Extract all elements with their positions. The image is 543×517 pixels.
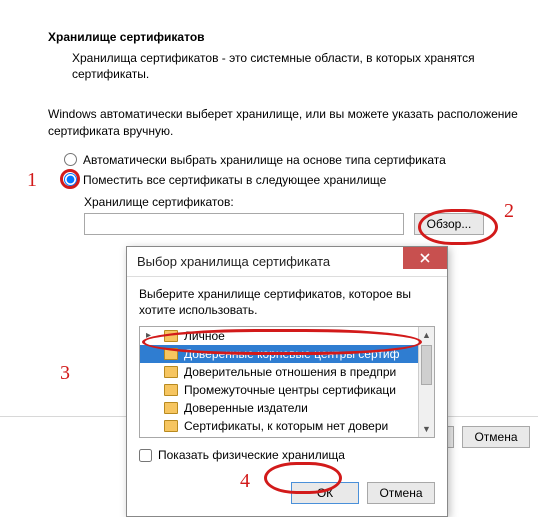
dialog-body: Выберите хранилище сертификатов, которое… [127,277,447,474]
folder-icon [164,420,178,432]
dialog-titlebar: Выбор хранилища сертификата [127,247,447,277]
radio-manual-label: Поместить все сертификаты в следующее хр… [83,173,386,187]
tree-item[interactable]: Доверенные издатели [140,399,434,417]
annotation-number-3: 3 [60,362,70,385]
wizard-page: Хранилище сертификатов Хранилища сертифи… [48,30,528,235]
tree-item[interactable]: Сертификаты, к которым нет довери [140,417,434,435]
page-instruction: Windows автоматически выберет хранилище,… [48,106,528,138]
tree-item-label: Доверительные отношения в предпри [184,365,396,379]
tree-item-label: Доверенные издатели [184,401,308,415]
store-field-label: Хранилище сертификатов: [84,195,528,209]
tree-item[interactable]: Доверительные отношения в предпри [140,363,434,381]
expand-icon[interactable]: ▸ [146,330,151,341]
store-input-row: Обзор... [84,213,528,235]
folder-icon [164,402,178,414]
close-icon[interactable] [403,247,447,269]
store-tree[interactable]: ▸ Личное Доверенные корневые центры серт… [139,326,435,438]
dialog-message: Выберите хранилище сертификатов, которое… [139,287,435,318]
radio-manual-input[interactable] [64,173,77,186]
folder-icon [164,330,178,342]
radio-auto-input[interactable] [64,153,77,166]
folder-icon [164,366,178,378]
tree-item[interactable]: Промежуточные центры сертификаци [140,381,434,399]
show-physical-input[interactable] [139,449,152,462]
radio-auto-select[interactable]: Автоматически выбрать хранилище на основ… [64,153,528,167]
radio-manual-select[interactable]: Поместить все сертификаты в следующее хр… [64,173,528,187]
radio-auto-label: Автоматически выбрать хранилище на основ… [83,153,446,167]
annotation-number-1: 1 [27,169,37,192]
store-input[interactable] [84,213,404,235]
tree-item-label: Сертификаты, к которым нет довери [184,419,388,433]
tree-item[interactable]: ▸ Личное [140,327,434,345]
tree-item-label: Промежуточные центры сертификаци [184,383,396,397]
page-description: Хранилища сертификатов - это системные о… [72,50,528,82]
show-physical-label: Показать физические хранилища [158,448,345,462]
folder-icon [164,348,178,360]
dialog-title-text: Выбор хранилища сертификата [137,254,330,269]
scrollbar[interactable]: ▲ ▼ [418,327,434,437]
tree-item-label: Доверенные корневые центры сертиф [184,347,399,361]
show-physical-checkbox[interactable]: Показать физические хранилища [139,448,435,462]
dialog-cancel-button[interactable]: Отмена [367,482,435,504]
browse-button[interactable]: Обзор... [414,213,484,235]
scroll-down-icon[interactable]: ▼ [419,421,434,437]
scroll-up-icon[interactable]: ▲ [419,327,434,343]
folder-icon [164,384,178,396]
cancel-button[interactable]: Отмена [462,426,530,448]
scroll-thumb[interactable] [421,345,432,385]
tree-item-label: Личное [184,329,225,343]
select-store-dialog: Выбор хранилища сертификата Выберите хра… [126,246,448,517]
ok-button[interactable]: ОК [291,482,359,504]
page-title: Хранилище сертификатов [48,30,528,44]
dialog-button-bar: ОК Отмена [127,474,447,516]
tree-item-selected[interactable]: Доверенные корневые центры сертиф [140,345,434,363]
